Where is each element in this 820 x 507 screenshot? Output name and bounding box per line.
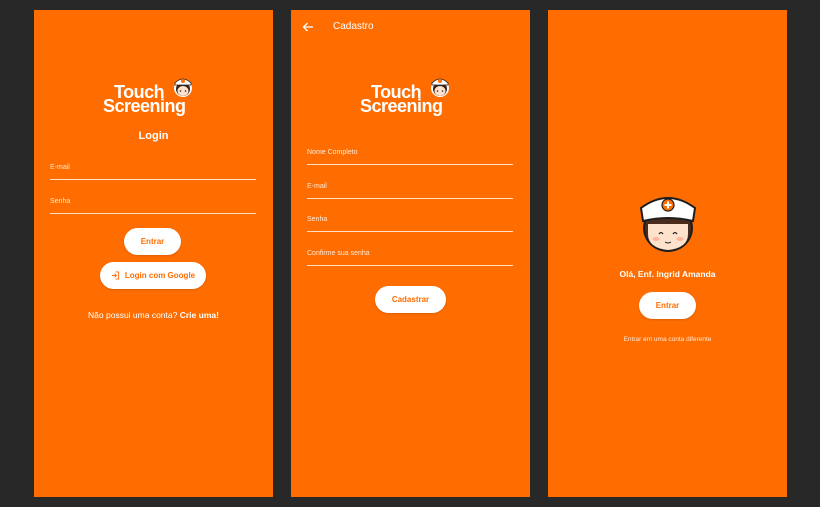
email-field[interactable]: E-mail	[307, 181, 513, 199]
enter-button[interactable]: Entrar	[639, 292, 696, 319]
login-screen: Touch Screening Login E-mail Senha Entra…	[34, 10, 273, 497]
password-field[interactable]: Senha	[50, 196, 256, 214]
fullname-label: Nome Completo	[307, 149, 358, 156]
enter-button[interactable]: Entrar	[124, 228, 181, 255]
password-field[interactable]: Senha	[307, 214, 513, 232]
register-appbar-title: Cadastro	[333, 21, 374, 32]
email-label: E-mail	[307, 183, 327, 190]
confirm-password-label: Confirme sua senha	[307, 250, 370, 257]
greeting-text: Olá, Enf. Ingrid Amanda	[619, 269, 716, 279]
nurse-head-icon	[174, 78, 192, 97]
touch-screening-logo: Touch Screening	[34, 74, 273, 118]
google-login-button[interactable]: Login com Google	[100, 262, 206, 289]
password-label: Senha	[307, 216, 328, 223]
welcome-screen: Olá, Enf. Ingrid Amanda Entrar Entrar em…	[548, 10, 787, 497]
confirm-password-field[interactable]: Confirme sua senha	[307, 248, 513, 266]
arrow-left-icon[interactable]	[302, 21, 314, 33]
register-button[interactable]: Cadastrar	[375, 286, 446, 313]
fullname-field[interactable]: Nome Completo	[307, 147, 513, 165]
touch-screening-logo: Touch Screening	[291, 74, 530, 118]
register-screen: Cadastro Touch Screening Nome Completo E…	[291, 10, 530, 497]
create-account-link[interactable]: Crie uma!	[180, 310, 219, 320]
login-icon	[111, 271, 119, 280]
other-account-link[interactable]: Entrar em uma conta diferente	[548, 336, 787, 343]
signup-prompt: Não possui uma conta? Crie uma!	[88, 310, 219, 320]
email-label: E-mail	[50, 164, 70, 171]
password-label: Senha	[50, 198, 71, 205]
nurse-avatar-icon	[639, 197, 697, 252]
nurse-head-icon	[431, 78, 449, 97]
email-field[interactable]: E-mail	[50, 162, 256, 180]
login-title: Login	[138, 130, 169, 142]
